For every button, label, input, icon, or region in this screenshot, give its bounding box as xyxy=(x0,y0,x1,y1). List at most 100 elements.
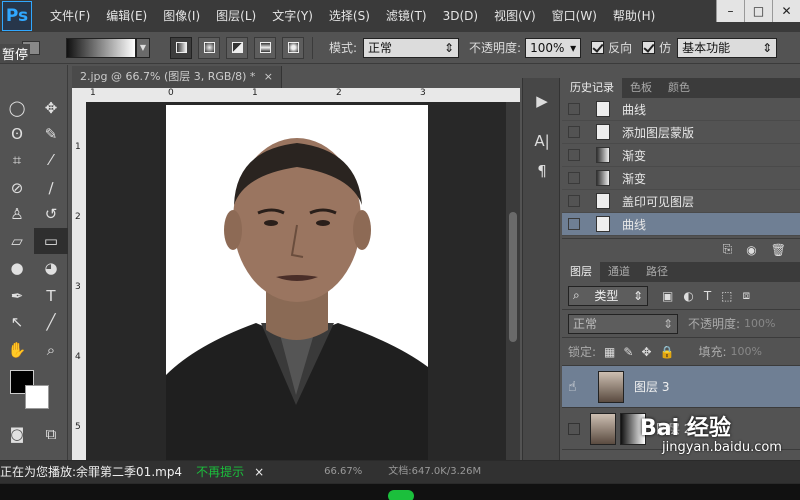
radial-gradient-icon[interactable] xyxy=(198,36,220,59)
reverse-checkbox[interactable] xyxy=(591,41,605,54)
pixel-filter-icon[interactable]: ▣ xyxy=(662,289,673,303)
minimize-button[interactable]: – xyxy=(716,0,744,22)
play-action-icon[interactable]: ▶ xyxy=(523,86,561,116)
gradient-dropdown-icon[interactable]: ▼ xyxy=(136,37,150,58)
crop-tool-icon[interactable]: ⌗ xyxy=(0,147,34,173)
history-snapshot-checkbox[interactable] xyxy=(568,103,580,115)
camera-snapshot-icon[interactable]: ◉ xyxy=(746,243,756,257)
layer-filter-select[interactable]: ⌕ 类型 ⇕ xyxy=(568,285,648,306)
mode-select[interactable]: 正常 ⇕ xyxy=(363,37,460,58)
adjustment-filter-icon[interactable]: ◐ xyxy=(683,289,693,303)
tab-swatches[interactable]: 色板 xyxy=(622,78,660,98)
dont-show-again-link[interactable]: 不再提示 xyxy=(196,461,244,483)
trash-icon[interactable]: 🗑 xyxy=(771,243,786,257)
type-tool-icon[interactable]: T xyxy=(34,283,68,309)
history-brush-tool-icon[interactable]: ↺ xyxy=(34,201,68,227)
maximize-button[interactable]: □ xyxy=(744,0,772,22)
lock-image-icon[interactable]: ✎ xyxy=(623,345,633,359)
quick-mask-icon[interactable]: ◙ xyxy=(0,421,34,447)
menu-layer[interactable]: 图层(L) xyxy=(208,0,264,32)
screen-mode-icon[interactable]: ⧉ xyxy=(34,421,68,447)
shape-filter-icon[interactable]: ⬚ xyxy=(721,289,732,303)
history-item[interactable]: 曲线 xyxy=(562,98,800,121)
reflected-gradient-icon[interactable] xyxy=(254,36,276,59)
tab-layers[interactable]: 图层 xyxy=(562,262,600,282)
lock-transparent-icon[interactable]: ▦ xyxy=(604,345,615,359)
menu-3d[interactable]: 3D(D) xyxy=(435,0,486,32)
type-filter-icon[interactable]: T xyxy=(704,289,711,303)
canvas-area[interactable] xyxy=(86,102,506,462)
line-tool-icon[interactable]: ╱ xyxy=(34,309,68,335)
dither-checkbox[interactable] xyxy=(642,41,656,54)
tab-paths[interactable]: 路径 xyxy=(638,262,676,282)
menu-filter[interactable]: 滤镜(T) xyxy=(378,0,435,32)
pen-tool-icon[interactable]: ✒ xyxy=(0,283,34,309)
eyedropper-tool-icon[interactable]: ⁄ xyxy=(34,147,68,173)
fill-value[interactable]: 100% xyxy=(731,345,762,358)
angle-gradient-icon[interactable] xyxy=(226,36,248,59)
menu-window[interactable]: 窗口(W) xyxy=(544,0,605,32)
gradient-tool-icon[interactable]: ▭ xyxy=(34,228,68,254)
hand-tool-icon[interactable]: ✋ xyxy=(0,337,34,363)
layer-row-selected[interactable]: ☝ 图层 3 xyxy=(562,366,800,408)
close-window-button[interactable]: ✕ xyxy=(772,0,800,22)
history-item-selected[interactable]: 曲线 xyxy=(562,213,800,236)
zoom-tool-icon[interactable]: ⌕ xyxy=(34,337,68,363)
menu-type[interactable]: 文字(Y) xyxy=(264,0,321,32)
brush-tool-icon[interactable]: ∕ xyxy=(34,175,68,201)
menu-file[interactable]: 文件(F) xyxy=(42,0,98,32)
quick-select-tool-icon[interactable]: ✎ xyxy=(34,121,68,147)
diamond-gradient-icon[interactable] xyxy=(282,36,304,59)
menu-image[interactable]: 图像(I) xyxy=(155,0,208,32)
character-panel-icon[interactable]: A| xyxy=(523,126,561,156)
linear-gradient-icon[interactable] xyxy=(170,36,192,59)
scrollbar-thumb[interactable] xyxy=(509,212,517,342)
path-select-tool-icon[interactable]: ↖ xyxy=(0,309,34,335)
stamp-tool-icon[interactable]: ♙ xyxy=(0,201,34,227)
new-document-from-state-icon[interactable]: ⎘ xyxy=(723,242,733,257)
lock-all-icon[interactable]: 🔒 xyxy=(660,345,675,359)
hand-cursor-icon[interactable]: ☝ xyxy=(568,379,588,395)
close-document-icon[interactable]: × xyxy=(264,66,273,88)
workspace-select[interactable]: 基本功能 ⇕ xyxy=(677,37,778,58)
tab-channels[interactable]: 通道 xyxy=(600,262,638,282)
vertical-scrollbar[interactable] xyxy=(506,102,520,462)
lasso-tool-icon[interactable]: ʘ xyxy=(0,121,34,147)
paragraph-panel-icon[interactable]: ¶ xyxy=(523,156,561,186)
tab-color[interactable]: 颜色 xyxy=(660,78,698,98)
menu-edit[interactable]: 编辑(E) xyxy=(98,0,155,32)
layer-name[interactable]: 图层 3 xyxy=(634,378,669,395)
ruler-tick-label: 1 xyxy=(75,142,81,152)
zoom-level[interactable]: 66.67% xyxy=(324,461,362,483)
menu-select[interactable]: 选择(S) xyxy=(321,0,378,32)
layer-opacity-value[interactable]: 100% xyxy=(744,317,775,330)
tab-history[interactable]: 历史记录 xyxy=(562,78,622,98)
gradient-preview[interactable] xyxy=(66,37,136,58)
background-color-swatch[interactable] xyxy=(25,385,49,409)
blend-mode-select[interactable]: 正常 ⇕ xyxy=(568,313,678,334)
lock-position-icon[interactable]: ✥ xyxy=(641,345,651,359)
history-item[interactable]: 渐变 xyxy=(562,167,800,190)
smart-object-filter-icon[interactable]: ⧈ xyxy=(743,288,751,303)
history-item[interactable]: 添加图层蒙版 xyxy=(562,121,800,144)
menu-help[interactable]: 帮助(H) xyxy=(605,0,663,32)
player-indicator[interactable] xyxy=(388,490,414,500)
healing-tool-icon[interactable]: ⊘ xyxy=(0,175,34,201)
history-snapshot-checkbox[interactable] xyxy=(568,149,580,161)
history-item[interactable]: 盖印可见图层 xyxy=(562,190,800,213)
history-item[interactable]: 渐变 xyxy=(562,144,800,167)
history-snapshot-checkbox[interactable] xyxy=(568,195,580,207)
move-tool-icon[interactable]: ✥ xyxy=(34,95,68,121)
history-snapshot-checkbox[interactable] xyxy=(568,172,580,184)
eraser-tool-icon[interactable]: ▱ xyxy=(0,228,34,254)
dodge-tool-icon[interactable]: ◕ xyxy=(34,255,68,281)
menu-view[interactable]: 视图(V) xyxy=(486,0,544,32)
visibility-toggle[interactable] xyxy=(568,422,580,435)
blur-tool-icon[interactable]: ● xyxy=(0,255,34,281)
document-tab[interactable]: 2.jpg @ 66.7% (图层 3, RGB/8) * × xyxy=(72,66,282,88)
history-snapshot-checkbox[interactable] xyxy=(568,126,580,138)
marquee-tool-icon[interactable]: ◯ xyxy=(0,95,34,121)
close-notification-icon[interactable]: × xyxy=(254,461,264,483)
opacity-input[interactable]: 100% ▾ xyxy=(525,37,582,58)
history-snapshot-checkbox[interactable] xyxy=(568,218,580,230)
